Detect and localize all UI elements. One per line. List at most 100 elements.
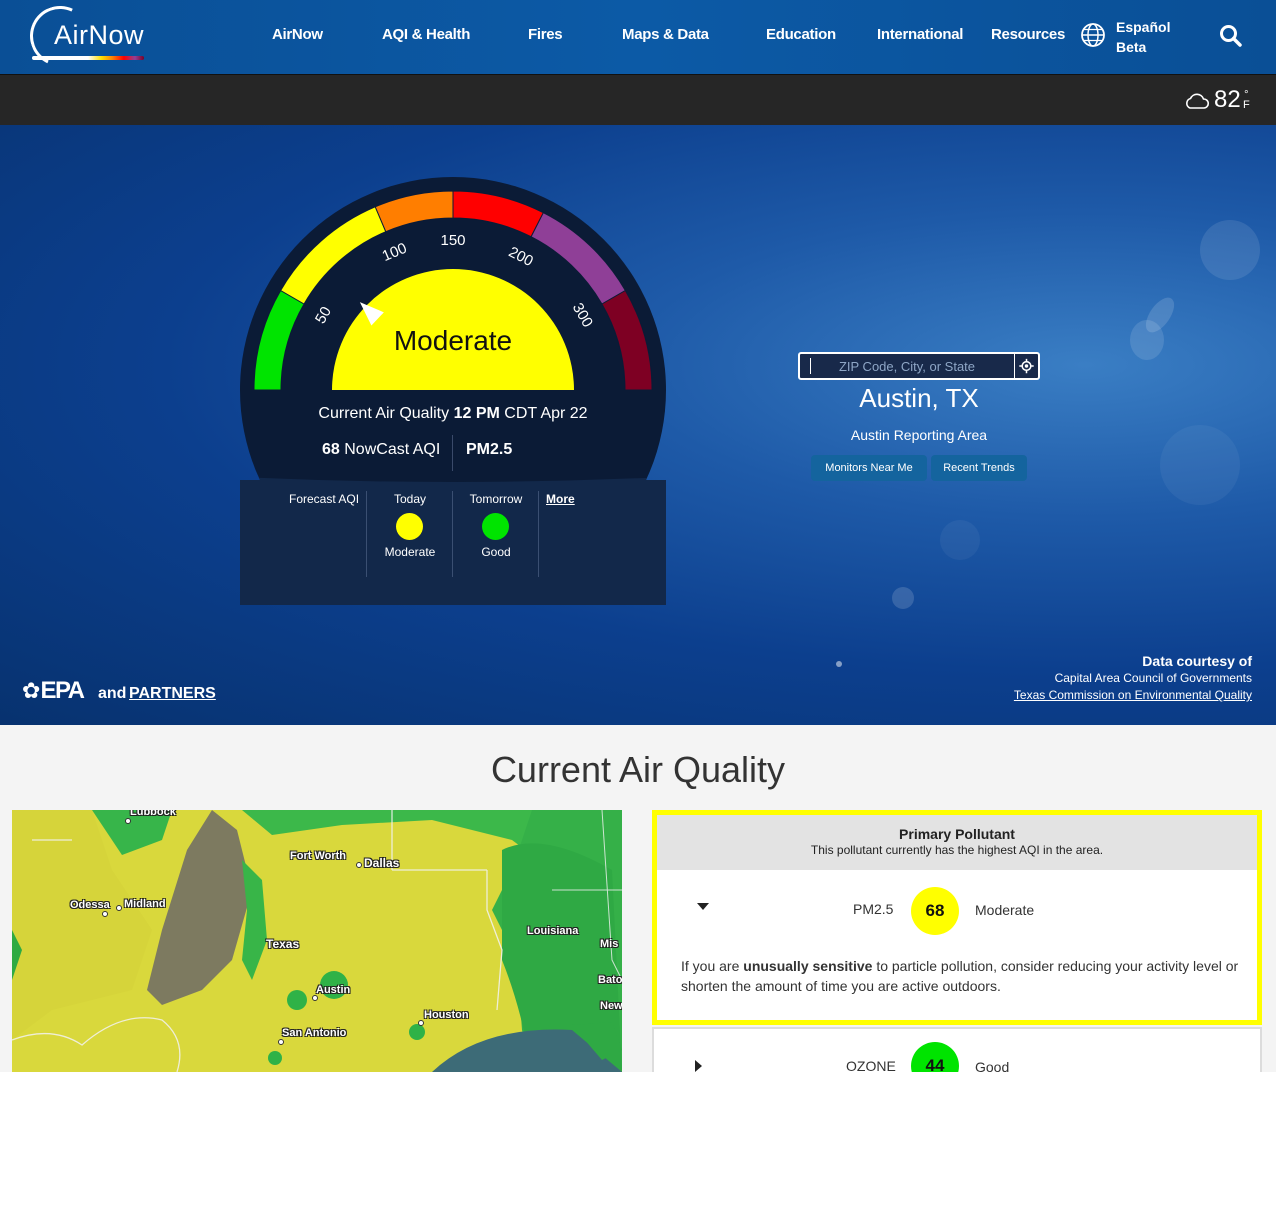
map-label-fort-worth: Fort Worth	[290, 850, 347, 862]
forecast-today-label: Today	[393, 492, 427, 506]
forecast-today-dot	[396, 513, 423, 540]
collapse-caret-icon[interactable]	[697, 903, 709, 910]
map-label-baton-rouge-partial: Bato	[598, 974, 622, 986]
forecast-divider	[366, 491, 367, 577]
location-search-input[interactable]	[800, 354, 1014, 378]
data-courtesy-agency-2[interactable]: Texas Commission on Environmental Qualit…	[1014, 687, 1252, 704]
nav-item-education[interactable]: Education	[766, 26, 836, 43]
aqi-map[interactable]: Lubbock Fort Worth Dallas Odessa Midland…	[12, 810, 622, 1072]
current-air-quality-line: Current Air Quality 12 PM CDT Apr 22	[270, 405, 636, 423]
map-city-marker	[125, 818, 131, 824]
nav-item-resources[interactable]: Resources	[991, 26, 1065, 43]
nav-item-maps-data[interactable]: Maps & Data	[622, 26, 709, 43]
search-icon[interactable]	[1218, 23, 1244, 49]
primary-pollutant-header: Primary Pollutant This pollutant current…	[657, 815, 1257, 870]
forecast-more-link[interactable]: More	[546, 492, 575, 506]
nowcast-aqi-value: 68	[322, 441, 340, 458]
forecast-aqi-label: Forecast AQI	[289, 492, 360, 506]
forecast-today-category: Moderate	[384, 545, 436, 559]
map-city-marker	[278, 1039, 284, 1045]
monitors-near-me-button[interactable]: Monitors Near Me	[811, 455, 927, 481]
bokeh-light	[1200, 220, 1260, 280]
data-courtesy-agency-1: Capital Area Council of Governments	[1054, 671, 1252, 685]
primary-pollutant-name: PM2.5	[853, 901, 894, 917]
current-time: 12 PM	[453, 405, 500, 422]
data-courtesy-title: Data courtesy of	[1142, 653, 1252, 669]
beta-label: Beta	[1116, 39, 1147, 55]
map-label-new-orleans-partial: New	[600, 1000, 622, 1012]
primary-pollutant-category: Moderate	[975, 902, 1035, 918]
aqi-divider	[452, 435, 453, 471]
partners-link[interactable]: PARTNERS	[129, 685, 216, 703]
espanol-label: Español	[1116, 19, 1171, 35]
gauge-category-label: Moderate	[393, 325, 513, 356]
current-date: CDT Apr 22	[504, 405, 588, 422]
nav-item-fires[interactable]: Fires	[528, 26, 563, 43]
temperature-value: 82	[1214, 86, 1241, 113]
text-caret	[810, 358, 811, 374]
temperature-unit: ° F	[1243, 90, 1250, 111]
nav-item-international[interactable]: International	[877, 26, 963, 43]
ozone-aqi: 44	[911, 1042, 959, 1072]
page: AirNow AirNow AQI & Health Fires Maps & …	[0, 0, 1276, 1220]
espanol-link[interactable]: Español Beta	[1116, 17, 1170, 57]
nowcast-aqi-label: NowCast AQI	[344, 441, 441, 458]
map-label-texas: Texas	[266, 937, 300, 951]
current-pollutant: PM2.5	[466, 441, 513, 458]
map-city-marker	[116, 905, 122, 911]
logo-swoosh	[32, 56, 144, 60]
recent-trends-button[interactable]: Recent Trends	[931, 455, 1027, 481]
primary-pollutant-aqi: 68	[911, 887, 959, 935]
map-label-midland: Midland	[124, 898, 166, 910]
locate-me-icon[interactable]	[1014, 354, 1038, 378]
bokeh-light	[1160, 425, 1240, 505]
map-label-houston: Houston	[424, 1009, 469, 1021]
bokeh-light	[892, 587, 914, 609]
map-label-san-antonio: San Antonio	[282, 1027, 347, 1039]
map-label-mississippi-partial: Mis	[600, 938, 619, 950]
bokeh-light	[836, 661, 842, 667]
top-nav: AirNow AirNow AQI & Health Fires Maps & …	[0, 0, 1276, 75]
city-name: Austin, TX	[859, 383, 979, 413]
gauge-tick-label: 150	[440, 232, 465, 249]
current-air-quality-section: Current Air Quality Lubbock Fort Worth D…	[0, 725, 1276, 1072]
map-label-odessa: Odessa	[70, 899, 110, 911]
map-city-marker	[102, 911, 108, 917]
map-label-dallas: Dallas	[364, 856, 400, 870]
data-courtesy: Data courtesy of Capital Area Council of…	[1014, 653, 1252, 704]
forecast-divider	[538, 491, 539, 577]
section-title: Current Air Quality	[490, 749, 786, 790]
epa-logo[interactable]: ✿EPA	[22, 677, 85, 705]
forecast-divider	[452, 491, 453, 577]
forecast-tomorrow-dot	[482, 513, 509, 540]
primary-pollutant-card: Primary Pollutant This pollutant current…	[652, 810, 1262, 1025]
nav-item-airnow[interactable]: AirNow	[272, 26, 323, 43]
bokeh-light	[940, 520, 980, 560]
ozone-category: Good	[975, 1059, 1010, 1072]
map-label-austin: Austin	[316, 984, 351, 996]
nav-item-aqi-health[interactable]: AQI & Health	[382, 26, 470, 43]
health-message: If you are unusually sensitive to partic…	[681, 956, 1241, 996]
aqi-gauge: 50100 150200300	[240, 177, 666, 605]
page-bottom-blank	[0, 1072, 1276, 1220]
primary-pollutant-title: Primary Pollutant	[899, 826, 1015, 842]
hero-section: 50 100 150 200 300 Moderate Current Air Qual…	[0, 125, 1276, 725]
ozone-card[interactable]: OZONE 44 Good	[652, 1027, 1262, 1072]
globe-icon[interactable]	[1080, 22, 1106, 48]
current-label: Current Air Quality	[318, 405, 450, 422]
map-city-marker	[312, 995, 318, 1001]
epa-flower-icon: ✿	[22, 678, 41, 703]
epa-logo-text: EPA	[40, 677, 85, 704]
primary-pollutant-subtitle: This pollutant currently has the highest…	[810, 843, 1104, 857]
expand-caret-icon[interactable]	[695, 1060, 702, 1072]
map-city-marker	[418, 1020, 424, 1026]
reporting-area: Austin Reporting Area	[850, 427, 988, 443]
airnow-logo[interactable]: AirNow	[21, 0, 148, 75]
logo-text: AirNow	[54, 20, 145, 50]
map-city-marker	[356, 862, 362, 868]
location-search-box	[798, 352, 1040, 380]
forecast-tomorrow-category: Good	[481, 545, 511, 559]
cloud-icon	[1186, 93, 1210, 109]
fahrenheit-label: F	[1243, 99, 1250, 111]
nowcast-aqi: 68 NowCast AQI	[322, 441, 440, 459]
